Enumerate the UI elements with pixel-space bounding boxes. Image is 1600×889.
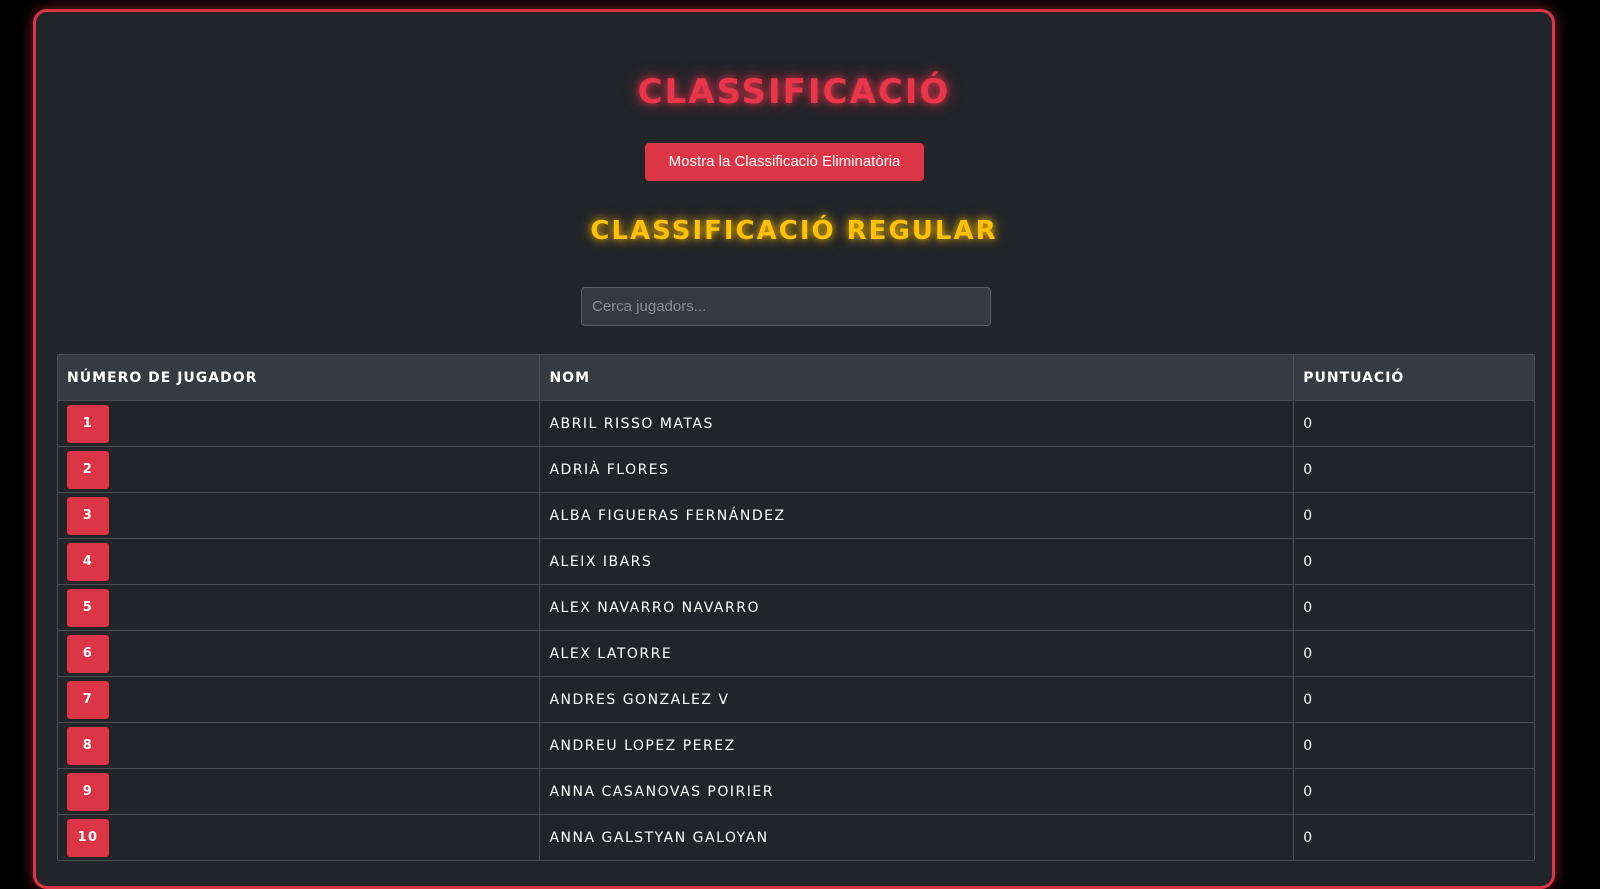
player-number-badge[interactable]: 10 [67,818,109,857]
player-number-badge[interactable]: 1 [67,404,109,443]
player-number-badge[interactable]: 9 [67,772,109,811]
table-row: 1 Abril Risso Matas 0 [56,400,1535,447]
column-header-name[interactable]: Nom [539,354,1295,401]
table-row: 6 Alex Latorre 0 [56,630,1535,677]
player-number-badge[interactable]: 4 [67,542,109,581]
player-score-cell: 0 [1293,630,1535,677]
table-row: 8 Andreu Lopez Perez 0 [56,722,1535,769]
player-score-cell: 0 [1293,446,1535,493]
player-number-cell: 6 [56,630,541,677]
player-number-cell: 2 [56,446,541,493]
player-name-cell: Alex Latorre [539,630,1295,677]
player-number-cell: 5 [56,584,541,631]
section-title: Classificació Regular [590,216,998,246]
player-number-cell: 1 [56,400,541,447]
table-row: 3 Alba Figueras Fernández 0 [56,492,1535,539]
table-row: 4 Aleix Ibars 0 [56,538,1535,585]
player-number-cell: 3 [56,492,541,539]
player-name-cell: Andreu Lopez Perez [539,722,1295,769]
leaderboard-panel: Classificació Mostra la Classificació El… [33,9,1555,889]
show-knockout-standings-button[interactable]: Mostra la Classificació Eliminatòria [645,143,924,181]
table-row: 5 Alex Navarro Navarro 0 [56,584,1535,631]
player-score-cell: 0 [1293,768,1535,815]
player-number-badge[interactable]: 7 [67,680,109,719]
player-number-badge[interactable]: 6 [67,634,109,673]
table-row: 9 Anna Casanovas Poirier 0 [56,768,1535,815]
player-number-badge[interactable]: 8 [67,726,109,765]
table-row: 2 Adrià Flores 0 [56,446,1535,493]
standings-table: Número de Jugador Nom Puntuació 1 Abril … [56,354,1535,861]
player-score-cell: 0 [1293,722,1535,769]
player-number-badge[interactable]: 2 [67,450,109,489]
table-row: 7 Andres Gonzalez V 0 [56,676,1535,723]
player-score-cell: 0 [1293,400,1535,447]
player-search-input[interactable] [581,287,991,326]
player-number-cell: 9 [56,768,541,815]
player-name-cell: Adrià Flores [539,446,1295,493]
player-number-cell: 8 [56,722,541,769]
column-header-player-number[interactable]: Número de Jugador [56,354,541,401]
player-number-cell: 7 [56,676,541,723]
column-header-score[interactable]: Puntuació [1293,354,1535,401]
player-name-cell: Andres Gonzalez V [539,676,1295,723]
player-name-cell: Anna Casanovas Poirier [539,768,1295,815]
player-number-badge[interactable]: 3 [67,496,109,535]
player-number-cell: 4 [56,538,541,585]
player-name-cell: Abril Risso Matas [539,400,1295,447]
player-name-cell: Aleix Ibars [539,538,1295,585]
page-title: Classificació [637,72,951,112]
player-number-badge[interactable]: 5 [67,588,109,627]
player-score-cell: 0 [1293,492,1535,539]
player-score-cell: 0 [1293,676,1535,723]
table-header-row: Número de Jugador Nom Puntuació [56,354,1535,401]
player-name-cell: Alex Navarro Navarro [539,584,1295,631]
player-score-cell: 0 [1293,538,1535,585]
player-score-cell: 0 [1293,584,1535,631]
player-name-cell: Alba Figueras Fernández [539,492,1295,539]
